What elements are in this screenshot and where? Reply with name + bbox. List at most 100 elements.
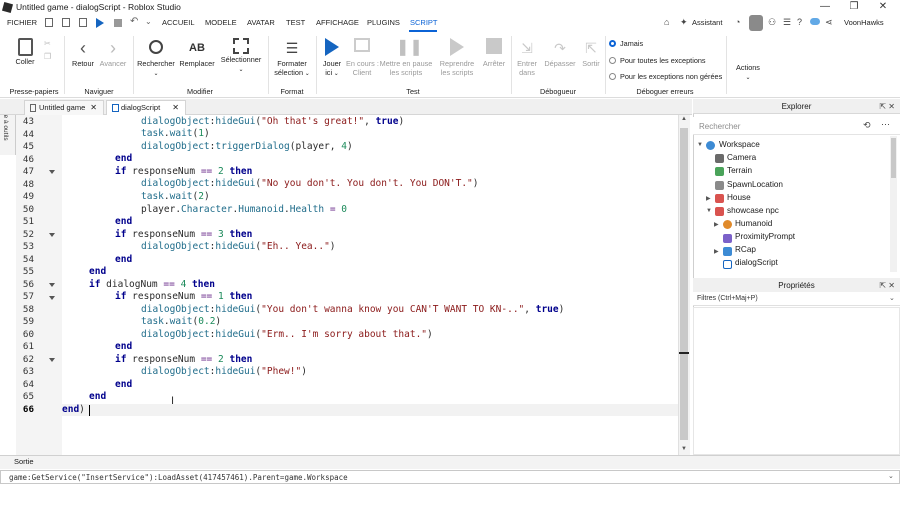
select-button[interactable]: Sélectionner ⌄: [219, 38, 263, 74]
panel-close-icon[interactable]: ⇱ ✕: [879, 99, 895, 114]
command-history-dropdown-icon[interactable]: ⌄: [888, 472, 894, 480]
menu-avatar[interactable]: AVATAR: [247, 18, 275, 27]
replace-icon: AB: [189, 42, 205, 54]
pause-scripts-button[interactable]: ❚❚ Mettre en pause les scripts: [378, 38, 434, 77]
back-button[interactable]: ‹ Retour: [70, 38, 96, 69]
step-into-button[interactable]: ⇲ Entrer dans: [513, 38, 541, 77]
line-number: 54: [22, 253, 34, 265]
text-caret: [89, 405, 90, 416]
new-file-icon[interactable]: [45, 18, 53, 27]
tree-item-workspace[interactable]: Workspace: [719, 140, 760, 149]
step-over-button[interactable]: ↷ Dépasser: [543, 38, 577, 69]
client-button[interactable]: En cours : Client: [346, 38, 379, 77]
fold-arrow-icon[interactable]: [49, 170, 55, 174]
play-icon: [325, 38, 339, 56]
step-out-button[interactable]: ⇱ Sortir: [578, 38, 604, 69]
help-icon[interactable]: ?: [797, 17, 802, 27]
tab-dialogscript[interactable]: dialogScript ✕: [106, 100, 186, 115]
filter-dropdown-icon[interactable]: ⌄: [889, 294, 895, 302]
menu-script[interactable]: SCRIPT: [410, 18, 438, 27]
quick-access-dropdown-icon[interactable]: ⌄: [145, 17, 152, 26]
more-options-icon[interactable]: ⋯: [881, 119, 890, 130]
stop-icon[interactable]: [114, 19, 122, 27]
actions-button[interactable]: Actions ⌄: [730, 63, 766, 82]
paste-button[interactable]: Coller: [10, 38, 40, 67]
tree-item-terrain[interactable]: Terrain: [727, 166, 752, 175]
radio-selected-icon: [609, 40, 616, 47]
editor-scroll-thumb[interactable]: [680, 128, 688, 440]
explorer-scroll-thumb[interactable]: [891, 138, 896, 178]
chat-icon[interactable]: ☰: [783, 17, 791, 28]
replace-button[interactable]: AB Remplacer: [178, 38, 216, 69]
command-input[interactable]: game:GetService("InsertService"):LoadAss…: [9, 473, 348, 482]
menu-plugins[interactable]: PLUGINS: [367, 18, 400, 27]
expand-arrow-icon[interactable]: ▶: [706, 195, 711, 202]
fold-arrow-icon[interactable]: [49, 358, 55, 362]
home-icon[interactable]: ⌂: [664, 17, 669, 27]
radio-never[interactable]: Jamais: [609, 39, 643, 48]
scroll-down-icon[interactable]: ▼: [681, 446, 687, 452]
properties-filter-input[interactable]: Filtres (Ctrl+Maj+P) ⌄: [693, 292, 900, 306]
pause-icon: ❚❚: [396, 39, 423, 56]
tree-item-spawnlocation[interactable]: SpawnLocation: [727, 180, 783, 189]
forward-button[interactable]: › Avancer: [98, 38, 128, 69]
tree-item-house[interactable]: House: [727, 193, 751, 202]
menu-affichage[interactable]: AFFICHAGE: [316, 18, 359, 27]
expand-arrow-icon[interactable]: ▶: [714, 248, 719, 255]
close-icon[interactable]: ✕: [172, 101, 179, 115]
avatar[interactable]: [749, 15, 763, 31]
save-icon[interactable]: [79, 18, 87, 27]
find-button[interactable]: Rechercher ⌄: [136, 38, 176, 78]
close-icon[interactable]: ✕: [90, 101, 97, 115]
ribbon-separator: [605, 36, 606, 94]
minimize-button[interactable]: —: [810, 0, 840, 15]
cut-icon[interactable]: ✂: [44, 39, 51, 48]
format-icon: ☰: [285, 40, 299, 56]
scroll-up-icon[interactable]: ▲: [681, 116, 687, 122]
tree-item-rcap[interactable]: RCap: [735, 245, 756, 254]
close-button[interactable]: ✕: [868, 0, 898, 15]
tree-item-proximityprompt[interactable]: ProximityPrompt: [735, 232, 795, 241]
history-icon[interactable]: ⟲: [863, 120, 871, 131]
tab-untitled-game[interactable]: Untitled game ✕: [24, 100, 104, 115]
open-file-icon[interactable]: [62, 18, 70, 27]
fold-arrow-icon[interactable]: [49, 233, 55, 237]
resume-scripts-button[interactable]: Reprendre les scripts: [437, 38, 477, 77]
expand-arrow-icon[interactable]: ▶: [714, 221, 719, 228]
spawn-location-icon: [715, 181, 724, 190]
radio-unhandled-exceptions[interactable]: Pour les exceptions non gérées: [609, 72, 722, 81]
explorer-search-input[interactable]: Rechercher ⟲ ⋯: [693, 117, 900, 135]
notification-icon[interactable]: ◔: [735, 17, 740, 27]
cloud-icon[interactable]: [810, 18, 820, 25]
camera-icon: [715, 154, 724, 163]
collapse-arrow-icon[interactable]: ▼: [706, 208, 712, 214]
share-icon[interactable]: ⋖: [825, 17, 833, 28]
resume-icon: [450, 38, 464, 56]
menu-accueil[interactable]: ACCUEIL: [162, 18, 195, 27]
username[interactable]: VoonHawks: [844, 18, 884, 27]
fold-arrow-icon[interactable]: [49, 283, 55, 287]
stop-button[interactable]: Arrêter: [480, 38, 508, 69]
play-icon[interactable]: [96, 18, 104, 28]
team-create-icon[interactable]: ⚇: [768, 17, 776, 28]
play-here-button[interactable]: Jouer ici ⌄: [318, 38, 346, 78]
panel-close-icon[interactable]: ⇱ ✕: [879, 278, 895, 293]
menu-file[interactable]: FICHIER: [7, 18, 37, 27]
output-tab[interactable]: Sortie: [14, 457, 34, 466]
radio-all-exceptions[interactable]: Pour toutes les exceptions: [609, 56, 706, 65]
tree-item-dialogscript[interactable]: dialogScript: [735, 258, 778, 267]
menu-modele[interactable]: MODELE: [205, 18, 237, 27]
format-selection-button[interactable]: ☰ Formater sélection ⌄: [272, 38, 312, 78]
copy-icon[interactable]: ❐: [44, 52, 51, 61]
tree-item-camera[interactable]: Camera: [727, 153, 756, 162]
undo-icon[interactable]: ↶: [130, 16, 138, 27]
sparkle-icon: ✦: [680, 17, 688, 27]
collapse-arrow-icon[interactable]: ▼: [697, 142, 703, 148]
maximize-button[interactable]: ❐: [839, 0, 869, 15]
fold-arrow-icon[interactable]: [49, 296, 55, 300]
tree-item-humanoid[interactable]: Humanoid: [735, 219, 772, 228]
assistant-button[interactable]: Assistant: [692, 18, 722, 27]
tree-item-showcase-npc[interactable]: showcase npc: [727, 206, 779, 215]
title-bar: Untitled game - dialogScript - Roblox St…: [0, 0, 900, 15]
menu-test[interactable]: TEST: [286, 18, 305, 27]
